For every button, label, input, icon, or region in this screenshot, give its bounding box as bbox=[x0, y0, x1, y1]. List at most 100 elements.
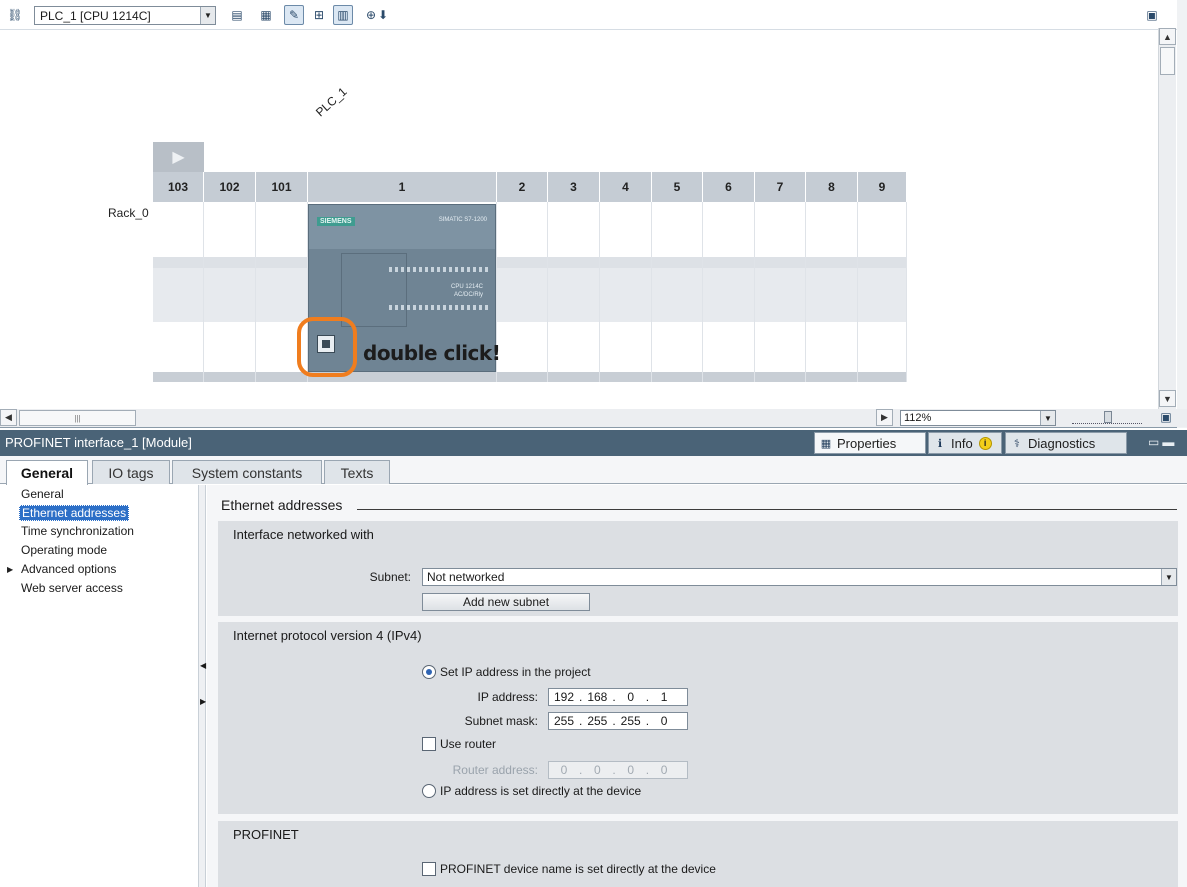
device-selector-dropdown[interactable]: PLC_1 [CPU 1214C] ▼ bbox=[34, 6, 216, 25]
chevron-down-icon[interactable]: ▼ bbox=[1161, 569, 1176, 585]
rack-slot-102[interactable] bbox=[204, 202, 256, 382]
rack-slot-8[interactable] bbox=[806, 202, 858, 382]
device-name-icon[interactable]: ▦ bbox=[256, 5, 276, 25]
rack-name-label: Rack_0 bbox=[108, 206, 149, 220]
grid-view-icon[interactable]: ⊞ bbox=[309, 5, 329, 25]
add-new-subnet-button[interactable]: Add new subnet bbox=[422, 593, 590, 611]
section-heading: Ethernet addresses bbox=[221, 497, 343, 513]
router-address-input[interactable]: 0. 0. 0. 0 bbox=[548, 761, 688, 779]
window-controls-icon[interactable]: ▭▬ bbox=[1148, 435, 1177, 449]
tab-properties[interactable]: ▦ Properties bbox=[814, 432, 926, 454]
set-ip-in-project-radio[interactable] bbox=[422, 665, 436, 679]
scroll-up-icon[interactable]: ▲ bbox=[1159, 28, 1176, 45]
subtab-io-tags[interactable]: IO tags bbox=[92, 460, 170, 484]
scroll-right-icon[interactable]: ▶ bbox=[876, 409, 893, 426]
annotation-text: double click! bbox=[363, 341, 501, 365]
mask-octet-4: 0 bbox=[660, 714, 668, 728]
rack-view-icon[interactable]: ▤ bbox=[227, 5, 247, 25]
rack-slot-3[interactable] bbox=[548, 202, 600, 382]
cpu-led-row-top bbox=[389, 267, 489, 272]
properties-content: Ethernet addresses Interface networked w… bbox=[207, 485, 1187, 887]
tab-info[interactable]: ℹ Info i bbox=[928, 432, 1002, 454]
rack-slot-2[interactable] bbox=[497, 202, 548, 382]
nav-item-web-server-access[interactable]: Web server access bbox=[19, 581, 125, 597]
use-router-checkbox[interactable] bbox=[422, 737, 436, 751]
rack-slot-header: 103 102 101 1 2 3 4 5 6 7 8 9 bbox=[153, 172, 907, 202]
slot-header-8: 8 bbox=[806, 172, 858, 202]
rack-slot-4[interactable] bbox=[600, 202, 652, 382]
ip-set-at-device-radio[interactable] bbox=[422, 784, 436, 798]
scroll-left-icon[interactable]: ◀ bbox=[0, 409, 17, 426]
tab-diagnostics[interactable]: ⚕ Diagnostics bbox=[1005, 432, 1127, 454]
expand-rack-icon[interactable]: ▶ bbox=[153, 142, 204, 172]
profinet-port-highlight bbox=[297, 317, 357, 377]
rack-slot-9[interactable] bbox=[858, 202, 907, 382]
fit-view-icon[interactable]: ▣ bbox=[1158, 409, 1174, 425]
interface-networked-section: Interface networked with Subnet: Not net… bbox=[218, 521, 1178, 616]
zoom-slider-knob[interactable] bbox=[1104, 411, 1112, 423]
side-panel-strip bbox=[1177, 0, 1187, 428]
device-selector-value: PLC_1 [CPU 1214C] bbox=[40, 8, 151, 23]
zoom-dropdown[interactable]: 112% ▼ bbox=[900, 410, 1056, 426]
slot-header-3: 3 bbox=[548, 172, 600, 202]
subnet-label: Subnet: bbox=[369, 570, 411, 584]
expand-arrow-icon[interactable]: ▶ bbox=[7, 565, 13, 574]
rack-slot-6[interactable] bbox=[703, 202, 755, 382]
panel-splitter[interactable]: ◀ ▶ bbox=[199, 485, 206, 887]
ip-octet-3: 0 bbox=[627, 690, 635, 704]
ipv4-section-title: Internet protocol version 4 (IPv4) bbox=[233, 628, 422, 643]
profinet-section-title: PROFINET bbox=[233, 827, 299, 842]
chevron-down-icon[interactable]: ▼ bbox=[1040, 411, 1055, 425]
cpu-led-row-bottom bbox=[389, 305, 489, 310]
set-ip-in-project-label: Set IP address in the project bbox=[440, 665, 591, 679]
device-view: ⛓ PLC_1 [CPU 1214C] ▼ ▤ ▦ ✎ ⊞ ▥ ⊕ ⬇ ▣ PL… bbox=[0, 0, 1187, 428]
inspector-title-bar: PROFINET interface_1 [Module] ▦ Properti… bbox=[0, 430, 1187, 456]
profinet-section: PROFINET PROFINET device name is set dir… bbox=[218, 821, 1178, 887]
horizontal-scrollbar[interactable]: ◀ ||| ▶ bbox=[0, 409, 894, 427]
nav-item-general[interactable]: General bbox=[19, 487, 66, 503]
nav-item-ethernet-addresses[interactable]: Ethernet addresses bbox=[19, 505, 130, 521]
info-icon: ℹ bbox=[937, 437, 943, 450]
subtab-texts[interactable]: Texts bbox=[324, 460, 390, 484]
mask-octet-2: 255 bbox=[587, 714, 608, 728]
zoom-menu-arrow-icon[interactable]: ⬇ bbox=[377, 5, 389, 25]
cursor-tool-icon[interactable]: ✎ bbox=[284, 5, 304, 25]
slot-header-5: 5 bbox=[652, 172, 703, 202]
properties-nav-tree: General Ethernet addresses Time synchron… bbox=[0, 485, 199, 887]
scroll-down-icon[interactable]: ▼ bbox=[1159, 390, 1176, 407]
page-break-icon[interactable]: ▥ bbox=[333, 5, 353, 25]
ip-octet-4: 1 bbox=[660, 690, 668, 704]
device-tree-icon[interactable]: ⛓ bbox=[5, 5, 25, 25]
collapse-left-icon[interactable]: ◀ bbox=[200, 661, 206, 673]
zoom-slider[interactable] bbox=[1072, 411, 1142, 424]
cpu-brand-label: SIEMENS bbox=[317, 217, 355, 226]
expand-right-icon[interactable]: ▶ bbox=[200, 697, 206, 709]
horizontal-scroll-thumb[interactable]: ||| bbox=[19, 410, 136, 426]
subtab-general[interactable]: General bbox=[6, 460, 88, 485]
slot-header-4: 4 bbox=[600, 172, 652, 202]
nav-item-operating-mode[interactable]: Operating mode bbox=[19, 543, 109, 559]
ip-address-input[interactable]: 192. 168. 0. 1 bbox=[548, 688, 688, 706]
cpu-io-panel bbox=[341, 253, 407, 327]
rack-slot-7[interactable] bbox=[755, 202, 806, 382]
subnet-mask-input[interactable]: 255. 255. 255. 0 bbox=[548, 712, 688, 730]
profinet-device-name-checkbox[interactable] bbox=[422, 862, 436, 876]
mask-octet-3: 255 bbox=[620, 714, 641, 728]
nav-item-time-synchronization[interactable]: Time synchronization bbox=[19, 524, 136, 540]
ip-octet-2: 168 bbox=[587, 690, 608, 704]
rack-slot-103[interactable] bbox=[153, 202, 204, 382]
subtab-system-constants[interactable]: System constants bbox=[172, 460, 322, 484]
cpu-model-line-1: CPU 1214C bbox=[450, 284, 483, 290]
vertical-scroll-thumb[interactable] bbox=[1160, 47, 1175, 75]
properties-icon: ▦ bbox=[820, 437, 832, 450]
subnet-dropdown[interactable]: Not networked ▼ bbox=[422, 568, 1177, 586]
tab-diagnostics-label: Diagnostics bbox=[1028, 435, 1096, 451]
tab-properties-label: Properties bbox=[837, 435, 897, 451]
chevron-down-icon[interactable]: ▼ bbox=[200, 7, 215, 24]
rack-slot-5[interactable] bbox=[652, 202, 703, 382]
vertical-scrollbar[interactable]: ▲ ▼ bbox=[1158, 28, 1176, 409]
zoom-value: 112% bbox=[904, 412, 932, 424]
overview-navigation-icon[interactable]: ▣ bbox=[1142, 5, 1162, 25]
subnet-mask-label: Subnet mask: bbox=[464, 714, 538, 728]
nav-item-advanced-options[interactable]: Advanced options bbox=[19, 562, 118, 578]
